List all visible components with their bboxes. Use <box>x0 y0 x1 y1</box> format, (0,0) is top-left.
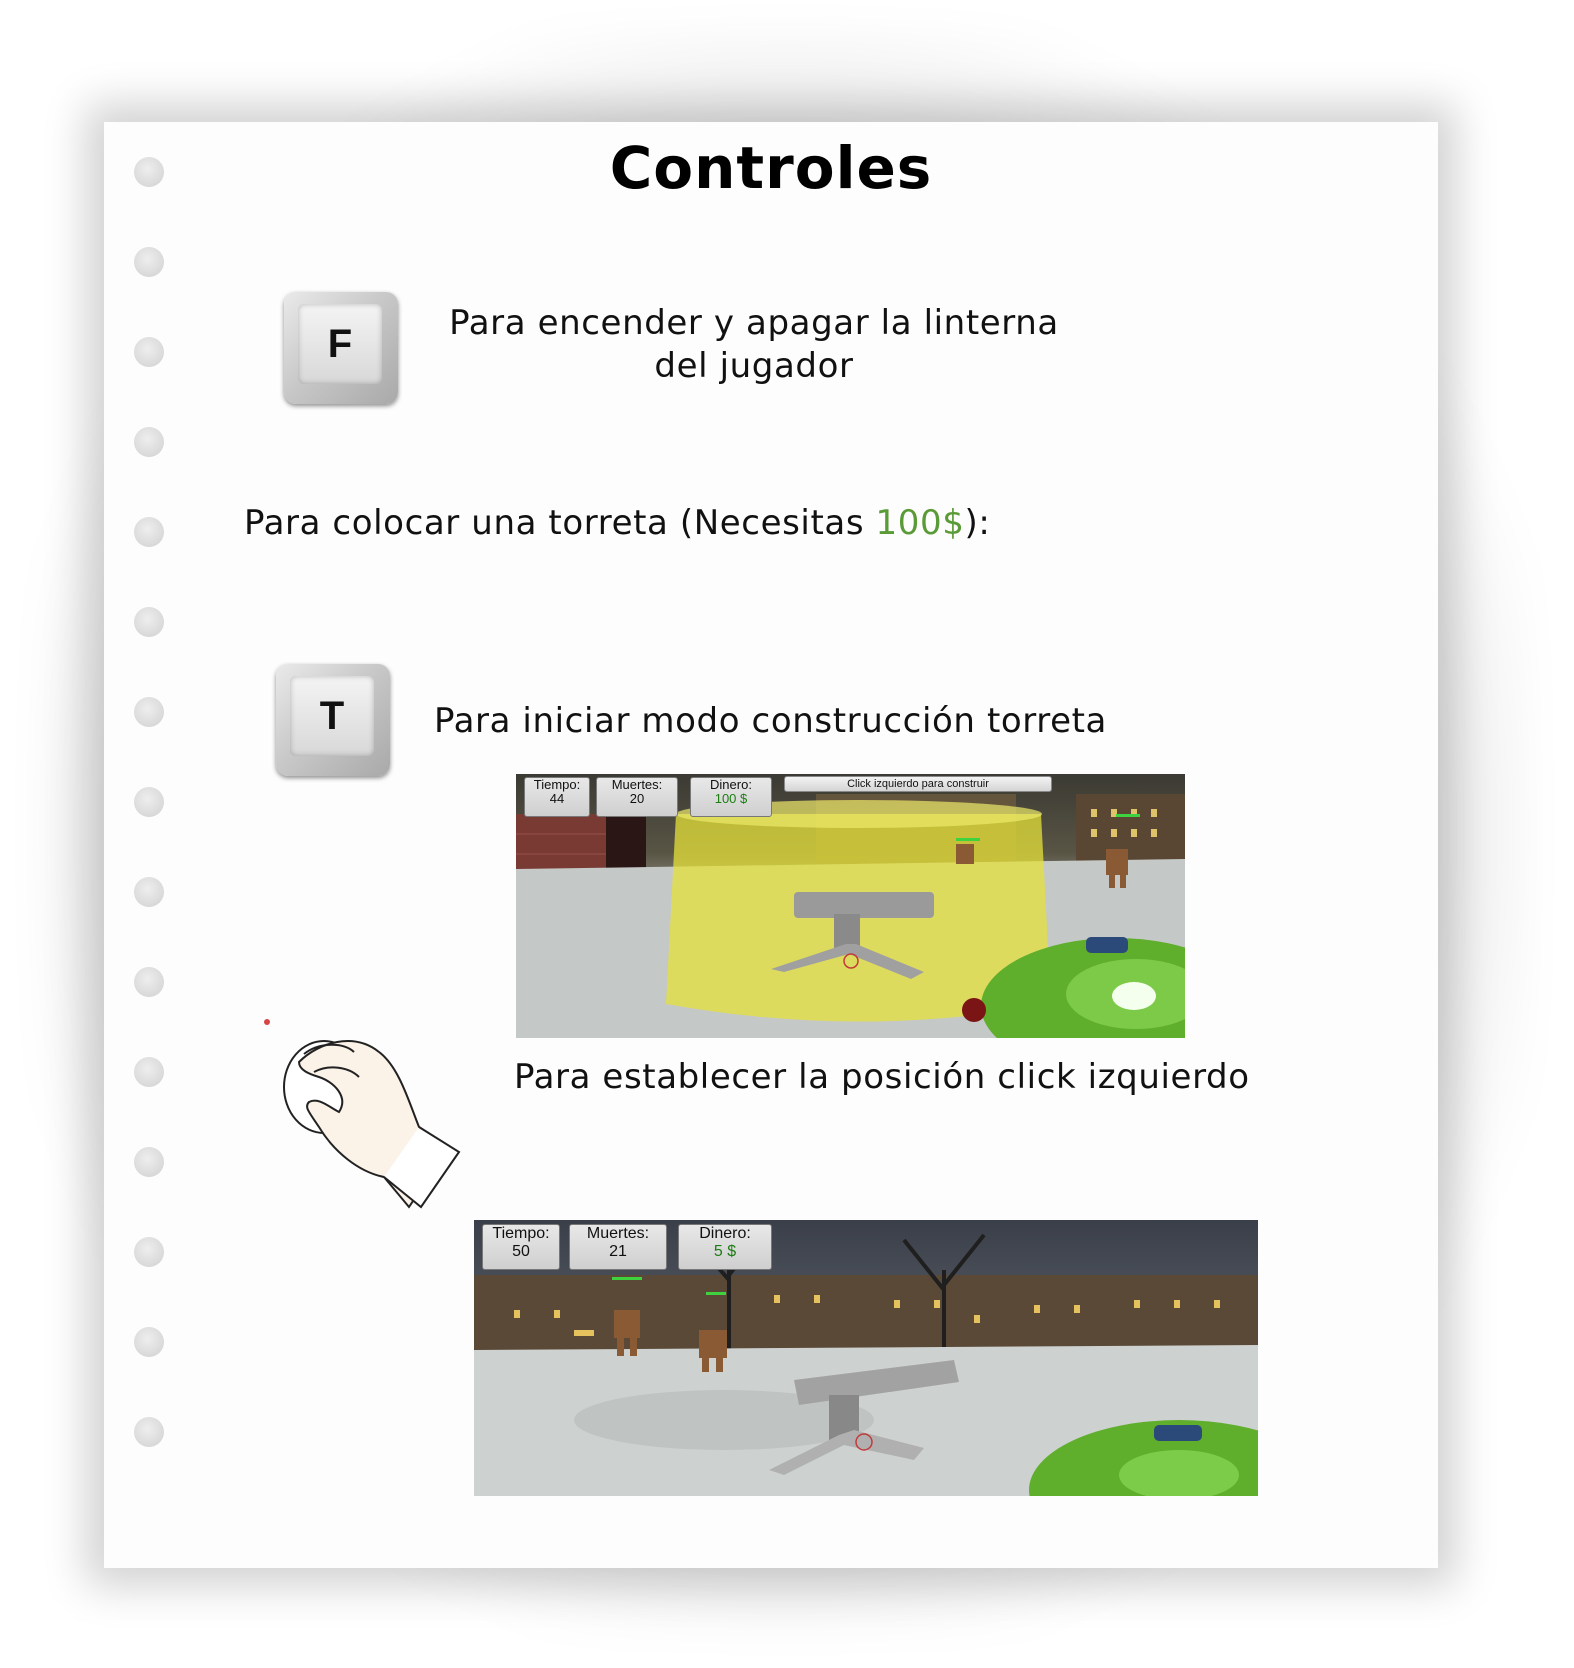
hand-on-mouse-icon <box>264 1019 461 1209</box>
hud-kills-value: 21 <box>609 1242 627 1260</box>
hud-money: Dinero: 100 $ <box>690 777 772 817</box>
hud-kills-label: Muertes: <box>611 777 663 792</box>
binder-hole <box>134 1417 164 1447</box>
build-mode-screenshot: Tiempo: 44 Muertes: 20 Dinero: 100 $ Cli… <box>516 774 1185 1038</box>
turret-requirement-suffix: ): <box>964 503 991 543</box>
binder-hole <box>134 697 164 727</box>
build-prompt: Click izquierdo para construir <box>784 776 1052 792</box>
binder-hole <box>134 247 164 277</box>
page-title: Controles <box>609 134 933 202</box>
flashlight-description-line2: del jugador <box>654 346 854 386</box>
hud-kills-value: 20 <box>629 791 645 807</box>
flashlight-description-line1: Para encender y apagar la linterna <box>449 303 1059 343</box>
flashlight-description: Para encender y apagar la linterna del j… <box>444 302 1064 388</box>
mouse-instruction: Para establecer la posición click izquie… <box>514 1057 1250 1097</box>
hud-kills: Muertes: 20 <box>596 777 678 817</box>
binder-hole <box>134 607 164 637</box>
hud-time-value: 50 <box>512 1242 530 1260</box>
binder-hole <box>134 967 164 997</box>
hud-time: Tiempo: 50 <box>482 1224 560 1270</box>
turret-requirement-text: Para colocar una torreta (Necesitas 100$… <box>244 502 990 545</box>
build-mode-description: Para iniciar modo construcción torreta <box>434 701 1107 741</box>
binder-hole <box>134 427 164 457</box>
binder-hole <box>134 787 164 817</box>
hud-time-value: 44 <box>549 791 565 807</box>
hud-money-label: Dinero: <box>699 1225 751 1242</box>
hud-kills-label: Muertes: <box>586 1225 650 1242</box>
binder-hole <box>134 337 164 367</box>
notebook-page: Controles F Para encender y apagar la li… <box>104 122 1438 1568</box>
keyboard-key-f-icon: F <box>284 292 398 404</box>
hud-money-label: Dinero: <box>710 777 752 792</box>
key-t-label: T <box>290 676 374 756</box>
hud-money: Dinero: 5 $ <box>678 1224 772 1270</box>
hud-time-label: Tiempo: <box>533 777 581 792</box>
hud-time: Tiempo: 44 <box>524 777 590 817</box>
binder-hole <box>134 1057 164 1087</box>
hud-money-value: 100 $ <box>714 791 748 807</box>
keyboard-key-t-icon: T <box>276 664 390 776</box>
hud-time-label: Tiempo: <box>492 1225 550 1242</box>
turret-cost: 100$ <box>875 503 965 543</box>
binder-hole <box>134 517 164 547</box>
binder-hole <box>134 877 164 907</box>
binder-hole <box>134 1237 164 1267</box>
binder-hole <box>134 1327 164 1357</box>
turret-requirement-prefix: Para colocar una torreta (Necesitas <box>244 503 876 543</box>
hud-kills: Muertes: 21 <box>569 1224 667 1270</box>
binder-hole <box>134 1147 164 1177</box>
placed-turret-screenshot: Tiempo: 50 Muertes: 21 Dinero: 5 $ <box>474 1220 1258 1496</box>
key-f-label: F <box>298 304 382 384</box>
hud-money-value: 5 $ <box>713 1242 737 1260</box>
